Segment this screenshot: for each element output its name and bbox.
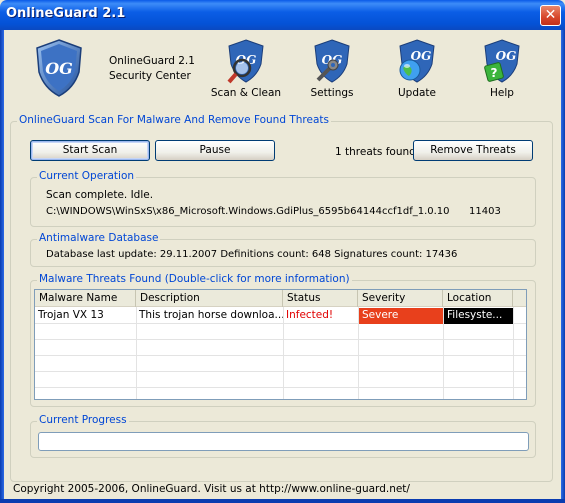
remove-threats-button[interactable]: Remove Threats <box>413 140 533 161</box>
empty-row <box>35 388 526 399</box>
column-header-description[interactable]: Description <box>136 290 283 307</box>
close-button[interactable]: ✕ <box>540 5 561 26</box>
shield-magnifier-icon: OG <box>227 39 264 84</box>
copyright-text: Copyright 2005-2006, OnlineGuard. Visit … <box>13 483 410 495</box>
column-header-location[interactable]: Location <box>443 290 513 307</box>
scan-clean-label: Scan & Clean <box>210 87 282 99</box>
current-operation-group: Current Operation <box>30 170 536 227</box>
close-icon: ✕ <box>544 7 557 23</box>
header: OG OnlineGuard 2.1 Security Center OG Sc… <box>4 30 561 110</box>
threat-description: This trojan horse downloa... <box>139 309 283 321</box>
column-header-severity[interactable]: Severity <box>358 290 443 307</box>
update-label: Update <box>397 87 437 99</box>
threat-location: Filesyste... <box>444 308 514 324</box>
pause-button[interactable]: Pause <box>155 140 275 161</box>
window-title: OnlineGuard 2.1 <box>6 6 126 21</box>
threats-found-count: 1 threats found <box>335 146 416 158</box>
settings-label: Settings <box>310 87 354 99</box>
table-row[interactable]: Trojan VX 13 This trojan horse downloa..… <box>35 308 526 324</box>
scan-clean-button[interactable]: OG Scan & Clean <box>206 38 286 99</box>
column-divider <box>283 307 284 399</box>
column-divider <box>443 307 444 399</box>
empty-row <box>35 356 526 372</box>
help-label: Help <box>490 87 514 99</box>
operation-path: C:\WINDOWS\WinSxS\x86_Microsoft.Windows.… <box>46 206 450 217</box>
window-border-right <box>561 30 565 503</box>
database-title: Antimalware Database <box>37 232 161 244</box>
empty-row <box>35 372 526 388</box>
threat-severity: Severe <box>359 308 443 324</box>
threats-table-header: Malware Name Description Status Severity… <box>35 290 526 307</box>
current-operation-title: Current Operation <box>37 170 137 182</box>
svg-text:OG: OG <box>496 49 517 63</box>
column-divider <box>513 307 514 399</box>
progress-title: Current Progress <box>37 414 129 426</box>
empty-row <box>35 324 526 340</box>
app-name: OnlineGuard 2.1 <box>109 55 195 67</box>
svg-text:?: ? <box>491 66 498 80</box>
help-button[interactable]: OG ? Help <box>462 38 542 99</box>
start-scan-button[interactable]: Start Scan <box>30 140 150 161</box>
app-info: OnlineGuard 2.1 Security Center <box>109 54 195 84</box>
column-header-status[interactable]: Status <box>283 290 358 307</box>
column-header-malware-name[interactable]: Malware Name <box>35 290 136 307</box>
empty-row <box>35 340 526 356</box>
app-subtitle: Security Center <box>109 70 191 82</box>
settings-button[interactable]: OG Settings <box>292 38 372 99</box>
shield-wrench-icon: OG <box>314 39 350 83</box>
operation-file-count: 11403 <box>469 206 501 217</box>
update-button[interactable]: OG Update <box>377 38 457 99</box>
column-divider <box>358 307 359 399</box>
threat-name: Trojan VX 13 <box>38 309 104 321</box>
operation-status: Scan complete. Idle. <box>46 189 154 201</box>
threats-title: Malware Threats Found (Double-click for … <box>37 273 352 285</box>
scan-group-title: OnlineGuard Scan For Malware And Remove … <box>17 114 331 126</box>
column-divider <box>136 307 137 399</box>
shield-globe-icon: OG <box>399 39 435 83</box>
onlineguard-logo-icon: OG <box>36 39 82 97</box>
window-border-bottom <box>0 499 565 503</box>
database-info: Database last update: 29.11.2007 Definit… <box>46 249 458 260</box>
threat-status: Infected! <box>286 309 334 321</box>
title-bar[interactable]: OnlineGuard 2.1 ✕ <box>0 0 565 30</box>
threats-table[interactable]: Malware Name Description Status Severity… <box>34 289 527 400</box>
scan-progress-bar <box>38 432 529 451</box>
svg-text:OG: OG <box>45 59 73 78</box>
shield-question-icon: OG ? <box>484 39 520 83</box>
